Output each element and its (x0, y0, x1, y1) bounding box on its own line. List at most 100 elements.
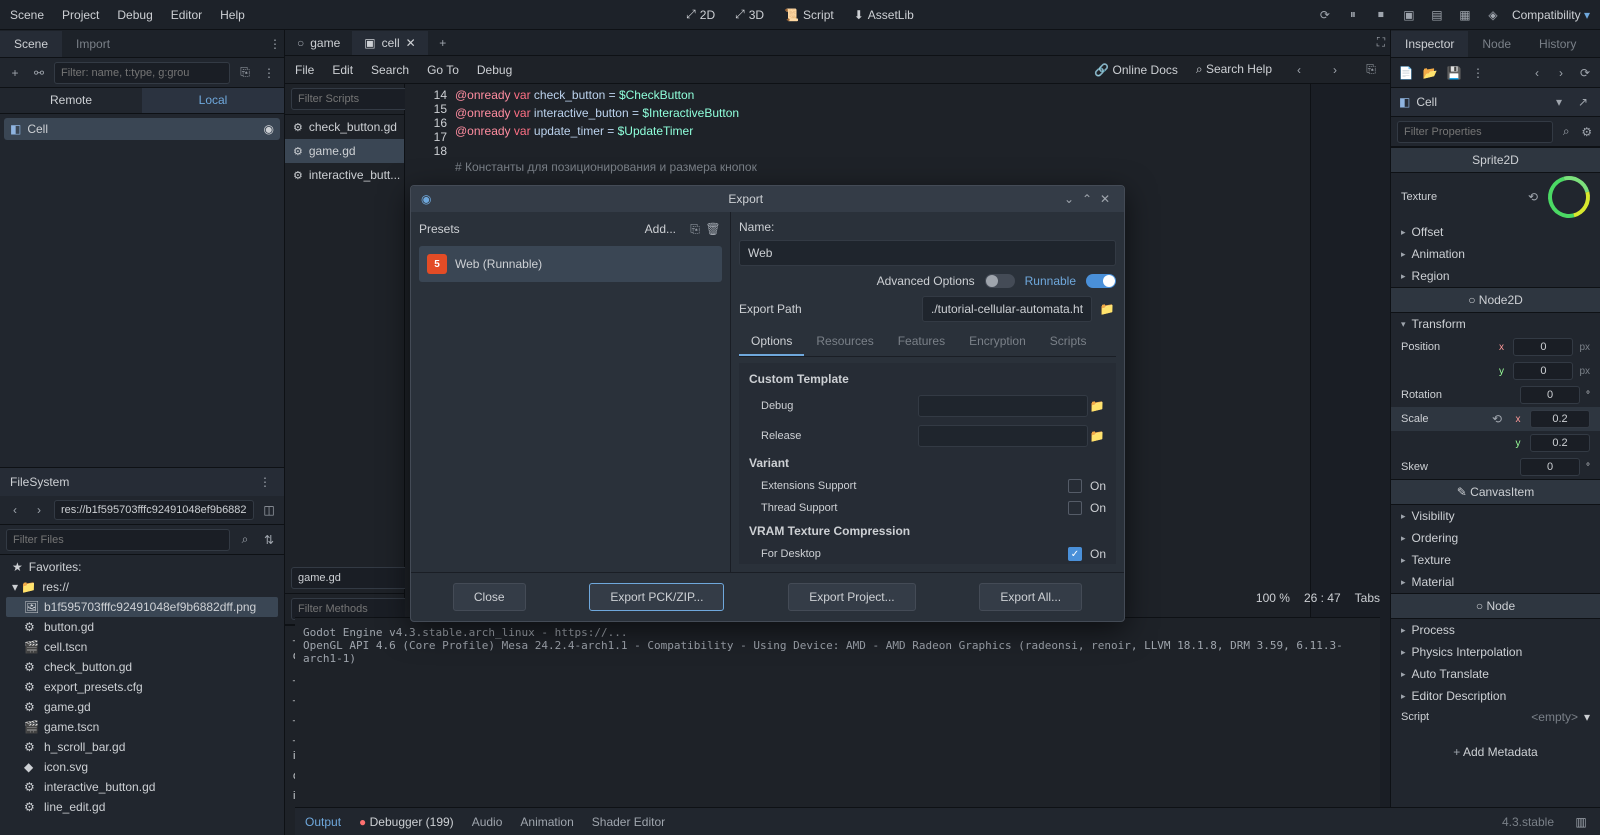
script-list-item[interactable]: ⚙ game.gd (285, 139, 404, 163)
desktop-checkbox[interactable]: ✓ (1068, 547, 1082, 561)
refresh-icon[interactable]: ⟳ (1576, 64, 1594, 82)
fs-item[interactable]: 🎬game.tscn (6, 717, 278, 737)
script-file[interactable]: File (295, 63, 314, 77)
preset-name-input[interactable] (739, 240, 1116, 266)
run-project-icon[interactable]: ▤ (1428, 6, 1446, 24)
distraction-free-icon[interactable]: ⛶ (1372, 34, 1390, 52)
script-edit[interactable]: Edit (332, 63, 353, 77)
ext-support-checkbox[interactable] (1068, 479, 1082, 493)
duplicate-icon[interactable]: ⎘ (686, 220, 704, 238)
export-pck-button[interactable]: Export PCK/ZIP... (589, 583, 724, 611)
menu-help[interactable]: Help (220, 8, 245, 22)
workspace-2d[interactable]: ⤢ 2D (686, 7, 715, 22)
layout-icon[interactable]: ▥ (1572, 813, 1590, 831)
render-icon[interactable]: ◈ (1484, 6, 1502, 24)
history-fwd-icon[interactable]: › (1552, 64, 1570, 82)
history-back-icon[interactable]: ‹ (1528, 64, 1546, 82)
indent-mode[interactable]: Tabs (1355, 591, 1380, 605)
add-tab-icon[interactable]: + (434, 34, 452, 52)
menu-scene[interactable]: Scene (10, 8, 44, 22)
search-help-link[interactable]: ⌕ Search Help (1196, 62, 1272, 77)
scene-filter-input[interactable] (54, 62, 230, 84)
save-icon[interactable]: 💾 (1445, 64, 1463, 82)
group-material[interactable]: Material (1391, 571, 1600, 593)
fs-item[interactable]: ⚙button.gd (6, 617, 278, 637)
export-tab-encryption[interactable]: Encryption (957, 328, 1038, 356)
group-translate[interactable]: Auto Translate (1391, 663, 1600, 685)
fs-path[interactable]: res://b1f595703fffc92491048ef9b6882 (54, 500, 254, 520)
renderer-dropdown[interactable]: Compatibility ▾ (1512, 8, 1590, 22)
revert-icon[interactable]: ⟲ (1524, 188, 1542, 206)
fs-item[interactable]: ◆icon.svg (6, 757, 278, 777)
group-ordering[interactable]: Ordering (1391, 527, 1600, 549)
delete-icon[interactable]: 🗑 (704, 220, 722, 238)
fs-back-icon[interactable]: ‹ (6, 501, 24, 519)
pos-x-input[interactable] (1513, 338, 1573, 356)
tab-inspector[interactable]: Inspector (1391, 31, 1468, 57)
dots-icon[interactable]: ⋮ (1469, 64, 1487, 82)
preset-web[interactable]: 5 Web (Runnable) (419, 246, 722, 282)
group-texture[interactable]: Texture (1391, 549, 1600, 571)
add-preset-button[interactable]: Add... (645, 222, 676, 236)
close-icon[interactable]: ✕ (1096, 192, 1114, 206)
external-icon[interactable]: ↗ (1574, 93, 1592, 111)
search-icon[interactable]: ⌕ (236, 531, 254, 549)
export-tab-scripts[interactable]: Scripts (1038, 328, 1099, 356)
tab-debugger[interactable]: ● Debugger (199) (359, 815, 454, 829)
script-tab-game[interactable]: ○ game (285, 31, 352, 55)
fs-filter-input[interactable] (6, 529, 230, 551)
add-node-icon[interactable]: + (6, 64, 24, 82)
rotation-input[interactable] (1520, 386, 1580, 404)
tab-animation[interactable]: Animation (520, 815, 573, 829)
export-tab-features[interactable]: Features (886, 328, 957, 356)
run-scene-icon[interactable]: ▣ (1400, 6, 1418, 24)
group-transform[interactable]: Transform (1391, 313, 1600, 335)
script-debug[interactable]: Debug (477, 63, 512, 77)
script-list-item[interactable]: ⚙ interactive_butt... (285, 163, 404, 187)
menu-project[interactable]: Project (62, 8, 99, 22)
export-tab-resources[interactable]: Resources (804, 328, 885, 356)
export-all-button[interactable]: Export All... (979, 583, 1082, 611)
group-physics[interactable]: Physics Interpolation (1391, 641, 1600, 663)
copy-icon[interactable]: ⎘ (1362, 61, 1380, 79)
menu-debug[interactable]: Debug (117, 8, 152, 22)
nav-fwd-icon[interactable]: › (1326, 61, 1344, 79)
fs-item[interactable]: 🎬cell.tscn (6, 637, 278, 657)
sort-icon[interactable]: ⇅ (260, 531, 278, 549)
skew-input[interactable] (1520, 458, 1580, 476)
fs-fwd-icon[interactable]: › (30, 501, 48, 519)
play-icon[interactable]: ⟳ (1316, 6, 1334, 24)
new-icon[interactable]: 📄 (1397, 64, 1415, 82)
script-list-item[interactable]: ⚙ check_button.gd (285, 115, 404, 139)
tab-history[interactable]: History (1525, 31, 1590, 57)
export-tab-options[interactable]: Options (739, 328, 804, 356)
chevron-down-icon[interactable]: ▾ (1550, 93, 1568, 111)
export-path-input[interactable] (922, 296, 1092, 322)
browse-icon[interactable]: 📁 (1098, 300, 1116, 318)
release-template-field[interactable] (918, 425, 1088, 447)
movie-icon[interactable]: ▦ (1456, 6, 1474, 24)
scale-x-input[interactable] (1530, 410, 1590, 428)
group-visibility[interactable]: Visibility (1391, 505, 1600, 527)
thread-support-checkbox[interactable] (1068, 501, 1082, 515)
texture-preview[interactable] (1540, 168, 1597, 225)
workspace-3d[interactable]: ⤢ 3D (735, 7, 764, 22)
visibility-icon[interactable]: ◉ (264, 122, 274, 136)
res-root[interactable]: ▾ 📁 res:// (6, 577, 278, 597)
online-docs-link[interactable]: 🔗 Online Docs (1094, 63, 1178, 77)
fs-dots[interactable]: ⋮ (256, 473, 274, 491)
dots-icon[interactable]: ⋮ (266, 35, 284, 53)
remote-tab[interactable]: Remote (0, 88, 142, 113)
fs-item[interactable]: ⚙game.gd (6, 697, 278, 717)
export-project-button[interactable]: Export Project... (788, 583, 915, 611)
nav-back-icon[interactable]: ‹ (1290, 61, 1308, 79)
runnable-toggle[interactable] (1086, 274, 1116, 288)
fs-item[interactable]: ⚙line_edit.gd (6, 797, 278, 817)
fs-item[interactable]: ⚙export_presets.cfg (6, 677, 278, 697)
fs-item[interactable]: 🖼b1f595703fffc92491048ef9b6882dff.png (6, 597, 278, 617)
script-goto[interactable]: Go To (427, 63, 459, 77)
tab-node[interactable]: Node (1468, 31, 1525, 57)
group-offset[interactable]: Offset (1391, 221, 1600, 243)
fs-item[interactable]: ⚙interactive_button.gd (6, 777, 278, 797)
fs-item[interactable]: ⚙h_scroll_bar.gd (6, 737, 278, 757)
